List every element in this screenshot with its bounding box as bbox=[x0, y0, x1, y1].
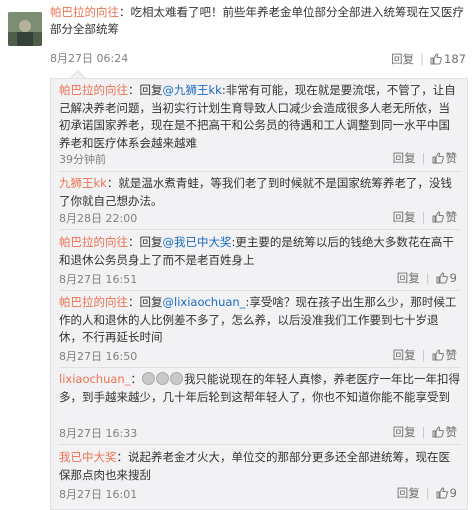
reply-time: 39分钟前 bbox=[59, 153, 106, 166]
reply-time: 8月27日 16:01 bbox=[59, 488, 138, 501]
like-button[interactable]: 9 bbox=[436, 486, 457, 500]
list-item: 帕巴拉的向往：回复@我已中大奖:更主要的是统筹以后的钱绝大多数花在高干和退休公务… bbox=[59, 234, 461, 269]
like-label: 赞 bbox=[445, 348, 458, 362]
divider bbox=[59, 171, 461, 172]
reply-prefix: ： bbox=[130, 372, 142, 386]
reply-mention[interactable]: @九狮王kk bbox=[163, 83, 222, 97]
divider bbox=[59, 367, 461, 368]
main-reply-button[interactable]: 回复 bbox=[391, 52, 414, 66]
thumb-up-icon bbox=[430, 53, 442, 65]
reply-button[interactable]: 回复 bbox=[393, 425, 416, 439]
like-label: 赞 bbox=[445, 425, 458, 439]
reply-time: 8月27日 16:50 bbox=[59, 350, 138, 363]
main-comment-actions: 回复 | 187 bbox=[391, 52, 466, 66]
reply-time: 8月28日 22:00 bbox=[59, 212, 138, 225]
reply-text: ：说起养老金才火大，单位交的那部分更多还全部进统筹，现在医保那点肉也来搜刮 bbox=[59, 450, 450, 482]
reply-actions: 回复 | 9 bbox=[396, 486, 457, 500]
list-item: lixiaochuan_： 我只能说现在的年轻人真惨，养老医疗一年比一年扣得多，到… bbox=[59, 371, 461, 406]
main-like-count: 187 bbox=[444, 52, 466, 66]
reply-prefix: ：回复 bbox=[128, 235, 163, 249]
reply-actions: 回复 | 赞 bbox=[392, 348, 458, 362]
reply-time: 8月27日 16:33 bbox=[59, 427, 138, 440]
reply-button[interactable]: 回复 bbox=[393, 151, 416, 165]
thumb-up-icon bbox=[432, 426, 444, 438]
list-item: 九狮王kk：就是温水煮青蛙，等我们老了到时候就不是国家统筹养老了，没钱了你就自己… bbox=[59, 175, 461, 210]
like-button[interactable]: 赞 bbox=[432, 210, 458, 224]
reply-button[interactable]: 回复 bbox=[393, 210, 416, 224]
main-like-button[interactable]: 187 bbox=[430, 52, 466, 66]
reply-actions: 回复 | 赞 bbox=[392, 210, 458, 224]
reply-button[interactable]: 回复 bbox=[397, 271, 420, 285]
reply-prefix: ：回复 bbox=[128, 295, 163, 309]
divider bbox=[59, 229, 461, 230]
main-comment: 帕巴拉的向往：吃相太难看了吧！前些年养老金单位部分全部进入统筹现在又医疗部分全部… bbox=[0, 0, 476, 74]
like-button[interactable]: 9 bbox=[436, 271, 457, 285]
thumb-up-icon bbox=[432, 349, 444, 361]
reply-username[interactable]: 帕巴拉的向往 bbox=[59, 295, 128, 309]
reply-actions: 回复 | 9 bbox=[396, 271, 457, 285]
list-item: 帕巴拉的向往：回复@lixiaochuan_:享受啥？现在孩子出生那么少，那时候… bbox=[59, 294, 461, 347]
replies-panel: 帕巴拉的向往：回复@九狮王kk:非常有可能，现在就是要流氓，不管了，让自己解决养… bbox=[50, 78, 468, 510]
reply-username[interactable]: 帕巴拉的向往 bbox=[59, 235, 128, 249]
avatar[interactable] bbox=[8, 12, 42, 46]
emoji-icon bbox=[141, 372, 184, 386]
reply-username[interactable]: 九狮王kk bbox=[59, 176, 107, 190]
list-item: 我已中大奖：说起养老金才火大，单位交的那部分更多还全部进统筹，现在医保那点肉也来… bbox=[59, 449, 461, 484]
reply-username[interactable]: 帕巴拉的向往 bbox=[59, 83, 128, 97]
thumb-up-icon bbox=[436, 272, 448, 284]
reply-prefix: ：回复 bbox=[128, 83, 163, 97]
like-label: 赞 bbox=[445, 210, 458, 224]
divider bbox=[59, 444, 461, 445]
like-count: 9 bbox=[449, 486, 457, 500]
reply-mention[interactable]: @lixiaochuan_ bbox=[163, 295, 246, 309]
like-count: 9 bbox=[449, 271, 457, 285]
main-comment-time: 8月27日 06:24 bbox=[50, 52, 129, 65]
reply-text: ：就是温水煮青蛙，等我们老了到时候就不是国家统筹养老了，没钱了你就自己想办法。 bbox=[59, 176, 452, 208]
list-item: 帕巴拉的向往：回复@九狮王kk:非常有可能，现在就是要流氓，不管了，让自己解决养… bbox=[59, 82, 461, 152]
reply-username[interactable]: 我已中大奖 bbox=[59, 450, 117, 464]
reply-time: 8月27日 16:51 bbox=[59, 273, 138, 286]
divider bbox=[59, 290, 461, 291]
thumb-up-icon bbox=[436, 487, 448, 499]
reply-button[interactable]: 回复 bbox=[397, 486, 420, 500]
like-button[interactable]: 赞 bbox=[432, 348, 458, 362]
reply-actions: 回复 | 赞 bbox=[392, 425, 458, 439]
reply-actions: 回复 | 赞 bbox=[392, 151, 458, 165]
reply-mention[interactable]: @我已中大奖 bbox=[163, 235, 232, 249]
reply-button[interactable]: 回复 bbox=[393, 348, 416, 362]
like-label: 赞 bbox=[445, 151, 458, 165]
main-comment-text: 帕巴拉的向往：吃相太难看了吧！前些年养老金单位部分全部进入统筹现在又医疗部分全部… bbox=[50, 4, 468, 38]
thumb-up-icon bbox=[432, 152, 444, 164]
reply-username[interactable]: lixiaochuan_ bbox=[59, 372, 130, 386]
like-button[interactable]: 赞 bbox=[432, 425, 458, 439]
like-button[interactable]: 赞 bbox=[432, 151, 458, 165]
thumb-up-icon bbox=[432, 211, 444, 223]
main-comment-username[interactable]: 帕巴拉的向往 bbox=[50, 5, 119, 19]
